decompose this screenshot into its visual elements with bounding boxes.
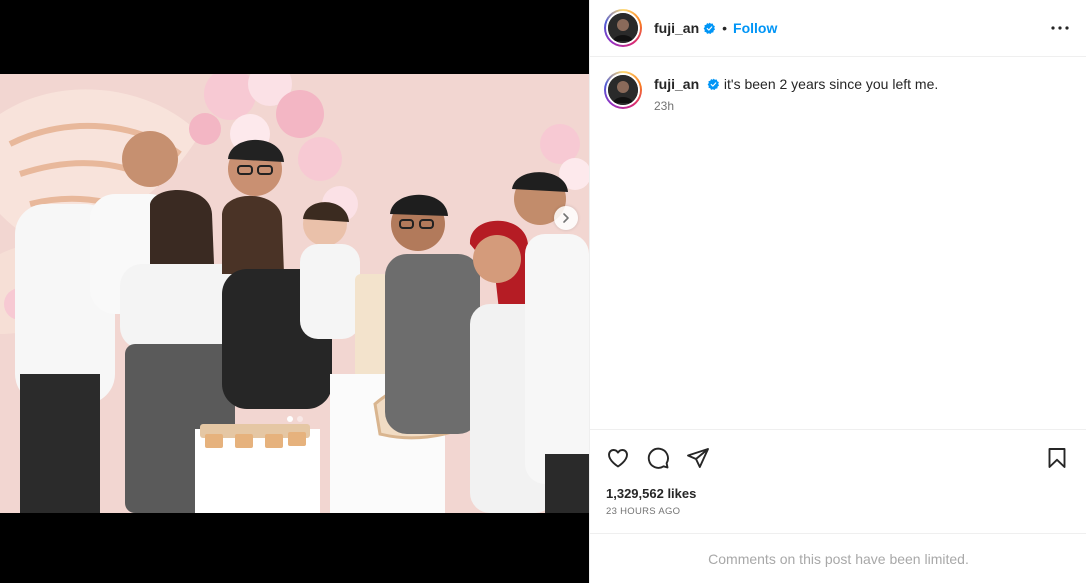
carousel-dot [296,416,303,422]
save-button[interactable] [1041,442,1073,474]
caption-avatar[interactable] [604,71,642,109]
profile-avatar[interactable] [604,9,642,47]
carousel-dot [286,416,293,422]
next-slide-button[interactable] [554,206,578,230]
post-header: fuji_an • Follow [590,0,1086,57]
comment-icon [647,447,669,469]
avatar-figure-icon [608,75,638,105]
post-time-ago[interactable]: 23 HOURS AGO [590,501,1086,517]
post-caption: fuji_an it's been 2 years since you left… [590,57,1086,113]
photo-illustration [0,74,589,513]
verified-badge-icon [703,22,716,34]
username-link[interactable]: fuji_an [654,20,699,36]
verified-badge-icon [707,78,720,91]
like-button[interactable] [602,442,634,474]
caption-username[interactable]: fuji_an [654,76,699,92]
action-bar [590,430,1086,476]
more-options-icon [1051,26,1069,30]
caption-body: fuji_an it's been 2 years since you left… [654,71,938,113]
post-photo[interactable] [0,74,589,513]
carousel-indicator [0,416,589,422]
follow-button[interactable]: Follow [733,20,777,36]
avatar-figure-icon [608,13,638,43]
post-footer: 1,329,562 likes 23 HOURS AGO [590,429,1086,517]
share-icon [687,448,709,468]
likes-count[interactable]: 1,329,562 likes [590,476,1086,501]
share-button[interactable] [682,442,714,474]
comment-button[interactable] [642,442,674,474]
header-separator: • [722,20,728,36]
chevron-right-icon [563,213,569,223]
media-area [0,0,589,583]
post-dialog: fuji_an • Follow fuji_an it's been 2 yea… [0,0,1086,583]
avatar-image [606,11,640,45]
avatar-image [606,73,640,107]
caption-text: it's been 2 years since you left me. [723,76,939,92]
caption-line: fuji_an it's been 2 years since you left… [654,75,938,93]
more-options-button[interactable] [1048,16,1072,40]
comments-limited-notice: Comments on this post have been limited. [590,533,1086,583]
post-side-panel: fuji_an • Follow fuji_an it's been 2 yea… [589,0,1086,583]
heart-icon [608,449,628,468]
bookmark-icon [1048,448,1066,468]
caption-timestamp[interactable]: 23h [654,99,938,113]
